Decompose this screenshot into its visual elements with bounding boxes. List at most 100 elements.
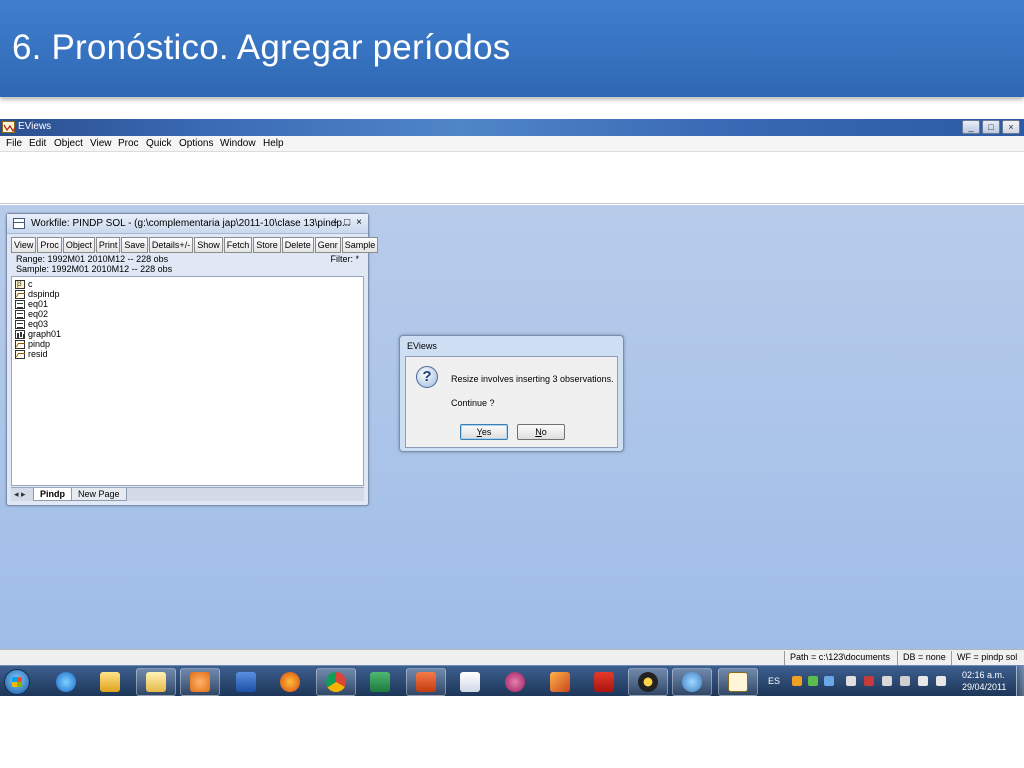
- toolbar-fetch-button[interactable]: Fetch: [223, 237, 253, 253]
- menu-file[interactable]: File: [6, 138, 22, 149]
- tray-battery-icon[interactable]: [900, 676, 910, 686]
- tab-scroll-arrows-icon[interactable]: ◂ ▸: [14, 489, 26, 500]
- outlook-icon[interactable]: [90, 668, 130, 696]
- calendar-icon[interactable]: [450, 668, 490, 696]
- workfile-maximize-button[interactable]: □: [344, 217, 350, 228]
- graph-icon: [15, 329, 25, 339]
- close-button[interactable]: ×: [1002, 120, 1020, 134]
- status-db: DB = none: [903, 652, 946, 662]
- tray-signal-icon[interactable]: [918, 676, 928, 686]
- menu-object[interactable]: Object: [54, 138, 83, 149]
- toolbar-genr-button[interactable]: Genr: [314, 237, 341, 253]
- slide-title: 6. Pronóstico. Agregar períodos: [12, 28, 511, 67]
- workfile-toolbar: View Proc Object Print Save Details+/- S…: [11, 237, 379, 253]
- start-button[interactable]: [4, 669, 30, 695]
- no-button[interactable]: No: [517, 424, 565, 440]
- list-item[interactable]: c: [15, 279, 33, 289]
- toolbar-store-button[interactable]: Store: [253, 237, 281, 253]
- eviews-logo-icon: [2, 121, 16, 133]
- toolbar-view-button[interactable]: View: [11, 237, 37, 253]
- equation-icon: [15, 319, 25, 329]
- excel-icon[interactable]: [360, 668, 400, 696]
- workfile-range[interactable]: Range: 1992M01 2010M12 -- 228 obs: [16, 254, 361, 264]
- webcam-icon[interactable]: [628, 668, 668, 696]
- explorer-icon[interactable]: [136, 668, 176, 696]
- restore-button[interactable]: □: [982, 120, 1000, 134]
- workfile-title: Workfile: PINDP SOL - (g:\complementaria…: [31, 218, 351, 229]
- workfile-close-button[interactable]: ×: [356, 217, 362, 228]
- statusbar: Path = c:\123\documents DB = none WF = p…: [0, 649, 1024, 665]
- toolbar-delete-button[interactable]: Delete: [281, 237, 314, 253]
- toolbar-save-button[interactable]: Save: [121, 237, 148, 253]
- tab-pindp[interactable]: Pindp: [33, 488, 72, 501]
- app-icon[interactable]: [495, 668, 535, 696]
- list-item[interactable]: pindp: [15, 339, 50, 349]
- menu-quick[interactable]: Quick: [146, 138, 172, 149]
- object-list: c dspindp eq01 eq02 eq03 graph01: [11, 276, 364, 486]
- slide-header: 6. Pronóstico. Agregar períodos: [0, 0, 1024, 97]
- tray-volume-icon[interactable]: [936, 676, 946, 686]
- toolbar-proc-button[interactable]: Proc: [37, 237, 62, 253]
- tray-update-icon[interactable]: [792, 676, 802, 686]
- list-item[interactable]: resid: [15, 349, 48, 359]
- status-workfile: WF = pindp sol: [957, 652, 1018, 662]
- minimize-button[interactable]: _: [962, 120, 980, 134]
- language-indicator[interactable]: ES: [768, 676, 780, 686]
- equation-icon: [15, 309, 25, 319]
- app-titlebar: EViews _ □ ×: [0, 119, 1024, 136]
- taskbar: ES 02:16 a.m. 29/04/2011: [0, 665, 1024, 696]
- tray-flag-icon[interactable]: [846, 676, 856, 686]
- window-controls: _ □ ×: [962, 120, 1020, 134]
- menu-window[interactable]: Window: [220, 138, 256, 149]
- tray-monitor-icon[interactable]: [882, 676, 892, 686]
- paint-icon[interactable]: [672, 668, 712, 696]
- show-desktop-button[interactable]: [1016, 666, 1024, 696]
- word-icon[interactable]: [226, 668, 266, 696]
- dialog-title: EViews: [407, 341, 437, 351]
- workfile-info: Range: 1992M01 2010M12 -- 228 obs Sample…: [16, 254, 361, 274]
- tray-security-icon[interactable]: [864, 676, 874, 686]
- eviews-icon[interactable]: [718, 668, 758, 696]
- toolbar-print-button[interactable]: Print: [95, 237, 121, 253]
- list-item[interactable]: eq03: [15, 319, 48, 329]
- chrome-icon[interactable]: [316, 668, 356, 696]
- clock-time[interactable]: 02:16 a.m.: [962, 670, 1005, 680]
- tab-new-page[interactable]: New Page: [71, 488, 127, 501]
- clock-date[interactable]: 29/04/2011: [962, 682, 1006, 692]
- app-title: EViews: [18, 121, 52, 132]
- list-item[interactable]: eq01: [15, 299, 48, 309]
- tray-sync-icon[interactable]: [808, 676, 818, 686]
- workfile-titlebar[interactable]: Workfile: PINDP SOL - (g:\complementaria…: [7, 214, 368, 234]
- screenshot: EViews _ □ × File Edit Object View Proc …: [0, 119, 1024, 696]
- workfile-minimize-button[interactable]: –: [333, 217, 339, 228]
- internet-explorer-icon[interactable]: [46, 668, 86, 696]
- workfile-filter[interactable]: Filter: *: [330, 254, 359, 264]
- yes-button[interactable]: Yes: [460, 424, 508, 440]
- toolbar-object-button[interactable]: Object: [62, 237, 95, 253]
- command-window[interactable]: [0, 152, 1024, 204]
- menu-options[interactable]: Options: [179, 138, 213, 149]
- toolbar-sample-button[interactable]: Sample: [341, 237, 379, 253]
- powerpoint-icon[interactable]: [406, 668, 446, 696]
- toolbar-show-button[interactable]: Show: [194, 237, 223, 253]
- menu-edit[interactable]: Edit: [29, 138, 46, 149]
- list-item[interactable]: graph01: [15, 329, 61, 339]
- menu-help[interactable]: Help: [263, 138, 284, 149]
- workfile-sample[interactable]: Sample: 1992M01 2010M12 -- 228 obs: [16, 264, 361, 274]
- menu-proc[interactable]: Proc: [118, 138, 139, 149]
- firefox-icon[interactable]: [270, 668, 310, 696]
- list-item[interactable]: dspindp: [15, 289, 60, 299]
- status-path: Path = c:\123\documents: [790, 652, 890, 662]
- tray-network-icon[interactable]: [824, 676, 834, 686]
- toolbar-details-button[interactable]: Details+/-: [148, 237, 194, 253]
- matlab-icon[interactable]: [540, 668, 580, 696]
- resize-dialog: EViews ? Resize involves inserting 3 obs…: [399, 335, 624, 452]
- dialog-message: Resize involves inserting 3 observations…: [451, 374, 614, 384]
- menubar: File Edit Object View Proc Quick Options…: [0, 136, 1024, 152]
- series-icon: [15, 289, 25, 299]
- question-icon: ?: [416, 366, 438, 388]
- menu-view[interactable]: View: [90, 138, 112, 149]
- acrobat-icon[interactable]: [584, 668, 624, 696]
- media-player-icon[interactable]: [180, 668, 220, 696]
- list-item[interactable]: eq02: [15, 309, 48, 319]
